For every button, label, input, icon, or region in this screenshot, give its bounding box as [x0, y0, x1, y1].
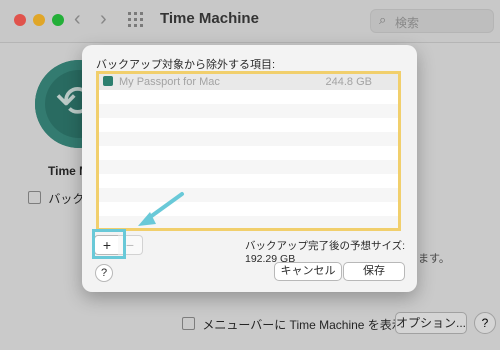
estimated-size-text: バックアップ完了後の予想サイズ: 192.29 GB	[245, 240, 406, 265]
sheet-help-button[interactable]: ?	[95, 264, 113, 282]
pointer-arrow-icon	[138, 192, 184, 226]
list-row-empty	[99, 146, 398, 160]
list-item-name: My Passport for Mac	[119, 76, 220, 88]
list-item[interactable]: My Passport for Mac 244.8 GB	[99, 74, 398, 90]
exclusion-sheet: バックアップ対象から除外する項目: My Passport for Mac 24…	[82, 45, 417, 292]
cancel-button[interactable]: キャンセル	[274, 262, 342, 281]
external-drive-icon	[103, 76, 113, 86]
list-row-empty	[99, 90, 398, 104]
list-row-empty	[99, 132, 398, 146]
save-button[interactable]: 保存	[343, 262, 405, 281]
list-row-empty	[99, 104, 398, 118]
list-row-empty	[99, 118, 398, 132]
list-item-size: 244.8 GB	[325, 76, 372, 88]
add-button-highlight-box	[92, 229, 126, 259]
sheet-title: バックアップ対象から除外する項目:	[96, 59, 276, 71]
list-row-empty	[99, 160, 398, 174]
list-row-empty	[99, 174, 398, 188]
